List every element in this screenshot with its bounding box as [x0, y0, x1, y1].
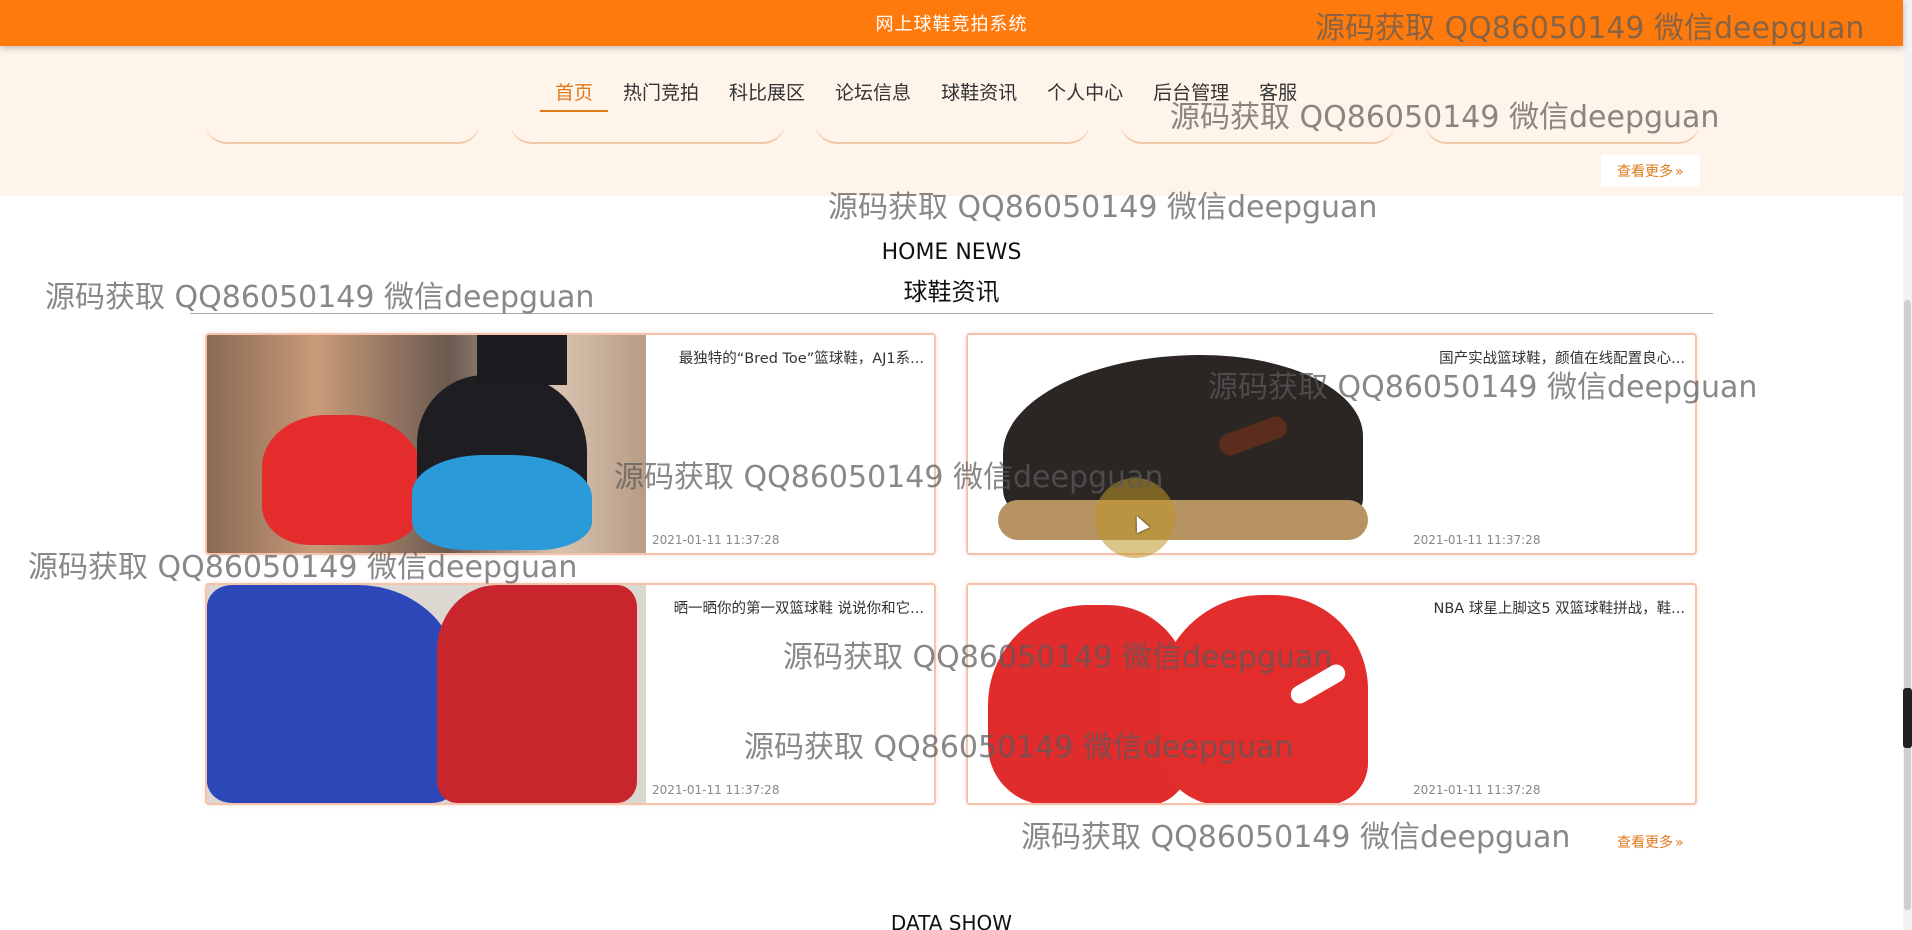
- top-header-bar: 网上球鞋竞拍系统: [0, 0, 1903, 46]
- news-card[interactable]: 晒一晒你的第一双篮球鞋 说说你和它... 2021-01-11 11:37:28: [205, 583, 936, 805]
- double-chevron-right-icon: »: [1675, 835, 1684, 851]
- nav-item-personal-center[interactable]: 个人中心: [1032, 78, 1138, 112]
- previous-card-edge: [205, 122, 480, 144]
- news-time: 2021-01-11 11:37:28: [652, 533, 780, 547]
- news-image: [207, 335, 646, 553]
- nav-item-home[interactable]: 首页: [540, 78, 609, 112]
- news-card[interactable]: 国产实战篮球鞋，颜值在线配置良心... 2021-01-11 11:37:28: [966, 333, 1697, 555]
- double-chevron-right-icon: »: [1675, 164, 1684, 180]
- watermark: 源码获取 QQ86050149 微信deepguan: [1021, 820, 1571, 855]
- main-nav: 首页 热门竞拍 科比展区 论坛信息 球鞋资讯 个人中心 后台管理 客服: [540, 78, 1312, 112]
- news-image: [968, 585, 1407, 803]
- previous-card-edge: [510, 122, 785, 144]
- previous-section-more-button[interactable]: 查看更多»: [1601, 155, 1700, 187]
- news-more-button[interactable]: 查看更多»: [1601, 826, 1700, 858]
- previous-card-edge: [1425, 122, 1700, 144]
- nav-item-kobe-zone[interactable]: 科比展区: [714, 78, 820, 112]
- scrollbar-thumb[interactable]: [1904, 300, 1911, 910]
- scrollbar-marker: [1903, 688, 1912, 748]
- previous-card-edge: [1120, 122, 1395, 144]
- nav-item-shoe-news[interactable]: 球鞋资讯: [926, 78, 1032, 112]
- news-heading-en: HOME NEWS: [881, 240, 1022, 265]
- more-label: 查看更多: [1617, 164, 1673, 180]
- data-show-heading: DATA SHOW: [890, 911, 1013, 930]
- news-card[interactable]: 最独特的“Bred Toe”篮球鞋，AJ1系... 2021-01-11 11:…: [205, 333, 936, 555]
- nav-item-hot-auction[interactable]: 热门竞拍: [608, 78, 714, 112]
- news-title[interactable]: 国产实战篮球鞋，颜值在线配置良心...: [1405, 347, 1685, 368]
- news-image: [968, 335, 1407, 553]
- section-divider: [190, 313, 1713, 314]
- nav-item-forum[interactable]: 论坛信息: [820, 78, 926, 112]
- site-title: 网上球鞋竞拍系统: [875, 14, 1028, 35]
- news-image: [207, 585, 646, 803]
- news-title[interactable]: 晒一晒你的第一双篮球鞋 说说你和它...: [644, 597, 924, 618]
- news-time: 2021-01-11 11:37:28: [1413, 783, 1541, 797]
- nav-item-admin[interactable]: 后台管理: [1138, 78, 1244, 112]
- news-title[interactable]: NBA 球星上脚这5 双篮球鞋拼战，鞋...: [1405, 597, 1685, 618]
- news-time: 2021-01-11 11:37:28: [1413, 533, 1541, 547]
- page-scrollbar[interactable]: [1903, 0, 1912, 930]
- nav-item-customer-service[interactable]: 客服: [1244, 78, 1312, 112]
- previous-card-edge: [815, 122, 1090, 144]
- news-title[interactable]: 最独特的“Bred Toe”篮球鞋，AJ1系...: [644, 347, 924, 368]
- news-heading-zh: 球鞋资讯: [903, 278, 1000, 306]
- news-card[interactable]: NBA 球星上脚这5 双篮球鞋拼战，鞋... 2021-01-11 11:37:…: [966, 583, 1697, 805]
- more-label: 查看更多: [1617, 835, 1673, 851]
- news-time: 2021-01-11 11:37:28: [652, 783, 780, 797]
